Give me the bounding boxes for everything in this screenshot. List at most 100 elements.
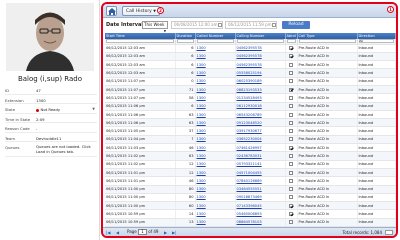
unchecked-checkbox-icon — [289, 220, 293, 225]
home-button[interactable] — [106, 6, 117, 16]
cell-calling-number[interactable]: 07143398045 — [235, 201, 286, 211]
reload-button[interactable]: Reload — [282, 21, 310, 29]
cell-called-number[interactable]: 1300 — [195, 143, 236, 153]
cell-calling-number[interactable]: 07840126889 — [235, 176, 286, 186]
cell-duration: 12 — [175, 160, 196, 169]
table-row[interactable]: 06/11/2015 11:01 pm 12 1300 04571004455 Pre-… — [105, 168, 396, 178]
cell-calling-number[interactable]: 08864578103 — [235, 218, 286, 228]
cell-called-number[interactable]: 1300 — [195, 218, 236, 228]
cell-call-type: Pre-Route ACD In — [297, 85, 358, 95]
table-row[interactable]: 06/11/2015 11:07 pm 71 1300 08823193533 Pre-… — [105, 85, 396, 95]
first-page-icon[interactable]: |◀ — [106, 230, 110, 235]
cell-called-number[interactable]: 1300 — [195, 102, 236, 111]
cell-called-number[interactable]: 1300 — [195, 135, 236, 145]
cell-called-number[interactable]: 1300 — [195, 185, 236, 194]
date-range-select[interactable]: This Week ▼ — [142, 21, 168, 33]
table-row[interactable]: 06/11/2015 11:01 pm 46 1300 07840126889 Pre-… — [105, 176, 396, 186]
table-row[interactable]: 06/11/2015 10:59 pm 13 1300 08864578103 Pre-… — [105, 218, 396, 228]
cell-calling-number[interactable]: 04562395578 — [235, 44, 286, 53]
cell-called-number[interactable]: 1300 — [195, 93, 236, 103]
cell-calling-number[interactable]: 05558025194 — [235, 68, 286, 78]
table-row[interactable]: 06/11/2015 11:07 pm 0 1300 06025390189 Pre-R… — [105, 77, 396, 87]
id-value: 47 — [36, 88, 41, 93]
cell-called-number[interactable]: 1300 — [195, 176, 236, 186]
team-label: Team — [5, 135, 16, 141]
chevron-down-icon[interactable]: ▼ — [92, 107, 95, 111]
cell-calling-number[interactable]: 05793321141 — [235, 160, 286, 169]
cell-calling-number[interactable]: 06543206789 — [235, 110, 286, 120]
cell-calling-number[interactable]: 03917930677 — [235, 126, 286, 136]
cell-called-number[interactable]: 1300 — [195, 201, 236, 211]
cell-calling-number[interactable]: 05465006893 — [235, 209, 286, 219]
table-row[interactable]: 06/11/2015 10:59 pm 14 1300 05465006893 Pre-… — [105, 209, 396, 219]
cell-start-time: 06/11/2015 11:06 pm — [105, 102, 176, 111]
table-row[interactable]: 06/11/2015 11:02 pm 12 1300 05793321141 Pre-… — [105, 160, 396, 169]
cell-direction: Inbound — [357, 143, 396, 153]
cell-called-number[interactable]: 1300 — [195, 60, 236, 70]
cell-calling-number[interactable]: 03652230004 — [235, 135, 286, 145]
checked-checkbox-icon — [289, 145, 293, 150]
table-row[interactable]: 06/11/2015 11:04 pm 7 1300 03652230004 Pre-R… — [105, 135, 396, 145]
cell-calling-number[interactable]: 04562395578 — [235, 60, 286, 70]
table-row[interactable]: 06/11/2015 11:00 pm 60 1300 07143398045 Pre-… — [105, 201, 396, 211]
cell-calling-number[interactable]: 09018873469 — [235, 193, 286, 203]
calendar-icon[interactable] — [272, 22, 276, 27]
cell-called-number[interactable]: 1300 — [195, 118, 236, 128]
cell-called-number[interactable]: 1300 — [195, 160, 236, 169]
cell-calling-number[interactable]: 06025390189 — [235, 77, 286, 87]
cell-calling-number[interactable]: 04571004455 — [235, 168, 286, 178]
cell-calling-number[interactable]: 02436783031 — [235, 151, 286, 161]
table-row[interactable]: 06/12/2015 12:03 am 6 1300 04562395578 Pre-R… — [105, 44, 396, 53]
last-page-icon[interactable]: ▶| — [172, 230, 176, 235]
calendar-icon[interactable] — [218, 22, 222, 27]
cell-called-number[interactable]: 1300 — [195, 77, 236, 87]
table-row[interactable]: 06/11/2015 11:03 pm 46 1300 07461426997 Pre-… — [105, 143, 396, 153]
cell-called-number[interactable]: 1300 — [195, 193, 236, 203]
cell-start-time: 06/11/2015 11:00 pm — [105, 185, 176, 194]
cell-calling-number[interactable]: 08823193533 — [235, 85, 286, 95]
state-label: State — [5, 107, 16, 112]
table-row[interactable]: 06/11/2015 11:06 pm 63 1300 09123048520 Pre-… — [105, 118, 396, 128]
previous-page-icon[interactable]: ◀ — [116, 230, 119, 235]
cell-calling-number[interactable]: 07461426997 — [235, 143, 286, 153]
call-history-tab[interactable]: Call History ▼ — [122, 6, 160, 16]
cell-called-number[interactable]: 1300 — [195, 85, 236, 95]
table-row[interactable]: 06/11/2015 11:06 pm 63 1300 06543206789 Pre-… — [105, 110, 396, 120]
page-number-input[interactable]: 1 — [137, 229, 147, 235]
cell-abnd — [285, 209, 298, 219]
next-page-icon[interactable]: ▶ — [164, 230, 167, 235]
cell-called-number[interactable]: 1300 — [195, 151, 236, 161]
cell-called-number[interactable]: 1300 — [195, 126, 236, 136]
cell-call-type: Pre-Route ACD In — [297, 126, 358, 136]
table-row[interactable]: 06/11/2015 11:00 pm 80 1300 03464555551 Pre-… — [105, 185, 396, 194]
to-date-input[interactable]: 06/12/2015 11:59 pm — [225, 21, 277, 29]
cell-calling-number[interactable]: 04562395578 — [235, 52, 286, 62]
unchecked-checkbox-icon — [289, 95, 293, 100]
column-header-duration[interactable]: Duration — [175, 33, 196, 39]
table-row[interactable]: 06/11/2015 11:05 pm 37 1300 03917930677 Pre-… — [105, 126, 396, 136]
column-header-abnd[interactable]: Abnd — [285, 33, 298, 39]
agent-state-row[interactable]: State Not Ready ▼ — [5, 104, 97, 114]
cell-calling-number[interactable]: 03464555551 — [235, 185, 286, 194]
table-row[interactable]: 06/12/2015 12:03 am 6 1300 04562395578 Pre-R… — [105, 52, 396, 62]
export-icon[interactable] — [385, 229, 393, 235]
table-row[interactable]: 06/11/2015 11:07 pm 58 1300 01234528493 Pre-… — [105, 93, 396, 103]
table-row[interactable]: 06/12/2015 12:03 am 6 1300 04562395578 Pre-R… — [105, 60, 396, 70]
table-row[interactable]: 06/11/2015 11:02 pm 63 1300 02436783031 Pre-… — [105, 151, 396, 161]
cell-called-number[interactable]: 1300 — [195, 168, 236, 178]
cell-call-type: Pre-Route ACD In — [297, 93, 358, 103]
from-date-input[interactable]: 06/08/2015 12:00 am — [171, 21, 223, 29]
cell-calling-number[interactable]: 06112930018 — [235, 102, 286, 111]
table-row[interactable]: 06/11/2015 11:00 pm 80 1300 09018873469 Pre-… — [105, 193, 396, 203]
cell-called-number[interactable]: 1300 — [195, 44, 236, 53]
cell-calling-number[interactable]: 09123048520 — [235, 118, 286, 128]
cell-called-number[interactable]: 1300 — [195, 68, 236, 78]
cell-calling-number[interactable]: 01234528493 — [235, 93, 286, 103]
cell-called-number[interactable]: 1300 — [195, 110, 236, 120]
cell-called-number[interactable]: 1300 — [195, 209, 236, 219]
table-row[interactable]: 06/11/2015 11:06 pm 6 1300 06112930018 Pre-R… — [105, 102, 396, 111]
unchecked-checkbox-icon — [289, 154, 293, 158]
table-row[interactable]: 06/12/2015 12:03 am 6 1300 05558025194 Pre-R… — [105, 68, 396, 78]
cell-called-number[interactable]: 1300 — [195, 52, 236, 62]
state-dropdown[interactable]: Not Ready ▼ — [36, 104, 97, 112]
